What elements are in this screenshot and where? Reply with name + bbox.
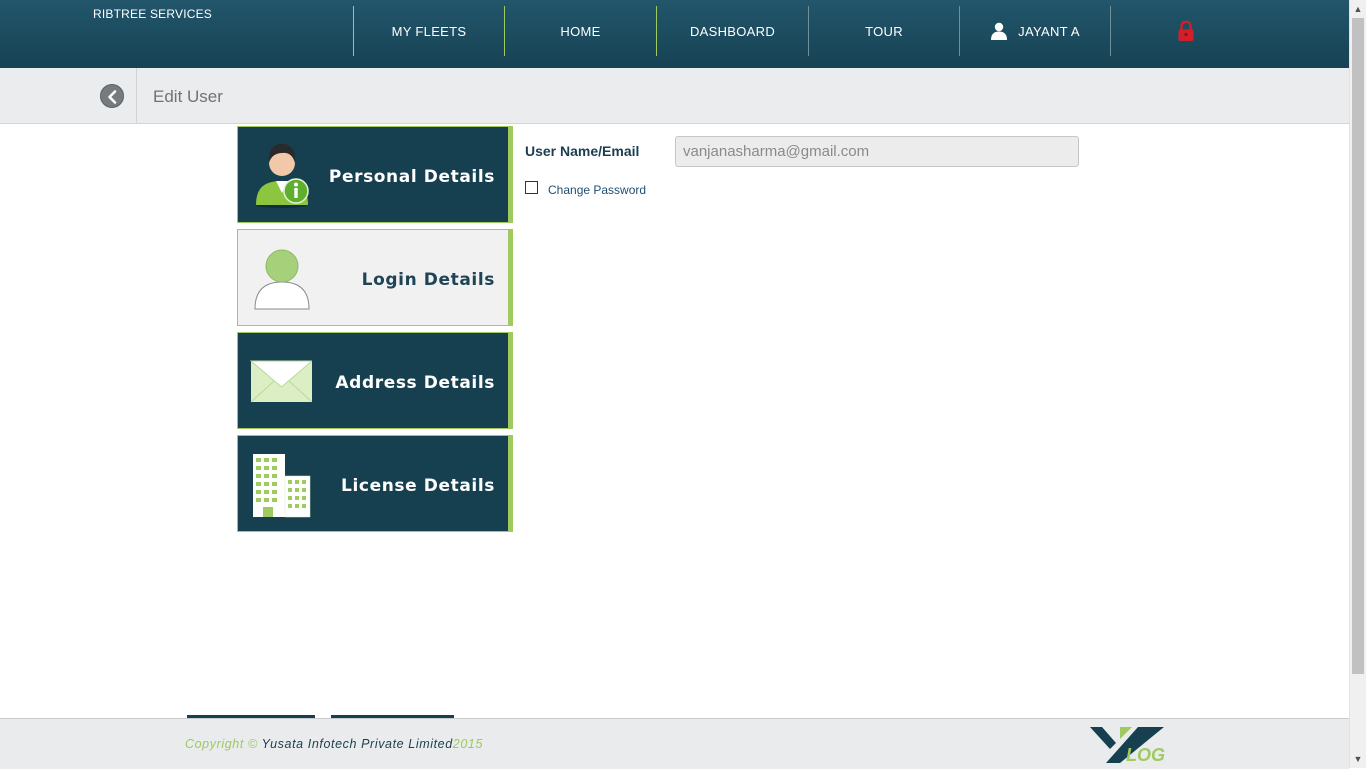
nav-tour[interactable]: TOUR — [809, 6, 959, 56]
page-title: Edit User — [153, 87, 223, 106]
copyright-year: 2015 — [452, 737, 484, 751]
logout-button[interactable] — [1111, 6, 1261, 56]
tab-personal-details[interactable]: Personal Details — [237, 126, 513, 223]
tab-address-details[interactable]: Address Details — [237, 332, 513, 429]
username-email-field[interactable] — [675, 136, 1079, 167]
scroll-down-arrow-icon[interactable]: ▼ — [1353, 754, 1363, 764]
username-label: User Name/Email — [525, 143, 640, 159]
svg-text:LOG: LOG — [1126, 745, 1165, 765]
tab-label: Personal Details — [328, 167, 495, 187]
nav-user-menu[interactable]: JAYANT A — [960, 6, 1110, 56]
change-password-label[interactable]: Change Password — [548, 183, 646, 197]
change-password-checkbox[interactable] — [525, 181, 538, 194]
person-silhouette-icon — [254, 249, 310, 310]
nav-dashboard[interactable]: DASHBOARD — [657, 6, 808, 56]
tab-login-details[interactable]: Login Details — [237, 229, 513, 326]
page-header: Edit User — [0, 68, 1349, 124]
page-scrollbar[interactable]: ▲ ▼ — [1349, 0, 1366, 768]
tab-label: Address Details — [335, 373, 495, 393]
envelope-icon — [250, 360, 312, 403]
ylog-logo: LOG — [1090, 727, 1165, 765]
nav-home[interactable]: HOME — [505, 6, 656, 56]
tab-label: License Details — [341, 476, 495, 496]
lock-icon — [1178, 20, 1194, 41]
back-arrow-icon — [108, 90, 117, 104]
footer: Copyright © Yusata Infotech Private Limi… — [0, 718, 1349, 769]
header-divider — [136, 68, 137, 123]
tab-license-details[interactable]: License Details — [237, 435, 513, 532]
tab-label: Login Details — [361, 270, 495, 290]
copyright-text: Copyright © Yusata Infotech Private Limi… — [185, 737, 483, 751]
person-info-icon — [256, 144, 309, 208]
brand-name: RIBTREE SERVICES — [93, 7, 213, 21]
back-button[interactable] — [100, 84, 124, 108]
building-icon — [253, 454, 311, 518]
copyright-prefix: Copyright © — [185, 737, 258, 751]
user-icon — [991, 22, 1008, 40]
scroll-up-arrow-icon[interactable]: ▲ — [1353, 4, 1363, 14]
scrollbar-thumb[interactable] — [1352, 18, 1364, 674]
nav-my-fleets[interactable]: MY FLEETS — [354, 6, 504, 56]
user-name: JAYANT A — [1018, 23, 1080, 39]
company-name: Yusata Infotech Private Limited — [261, 737, 453, 751]
top-navigation-bar: RIBTREE SERVICES MY FLEETS HOME DASHBOAR… — [0, 0, 1349, 68]
